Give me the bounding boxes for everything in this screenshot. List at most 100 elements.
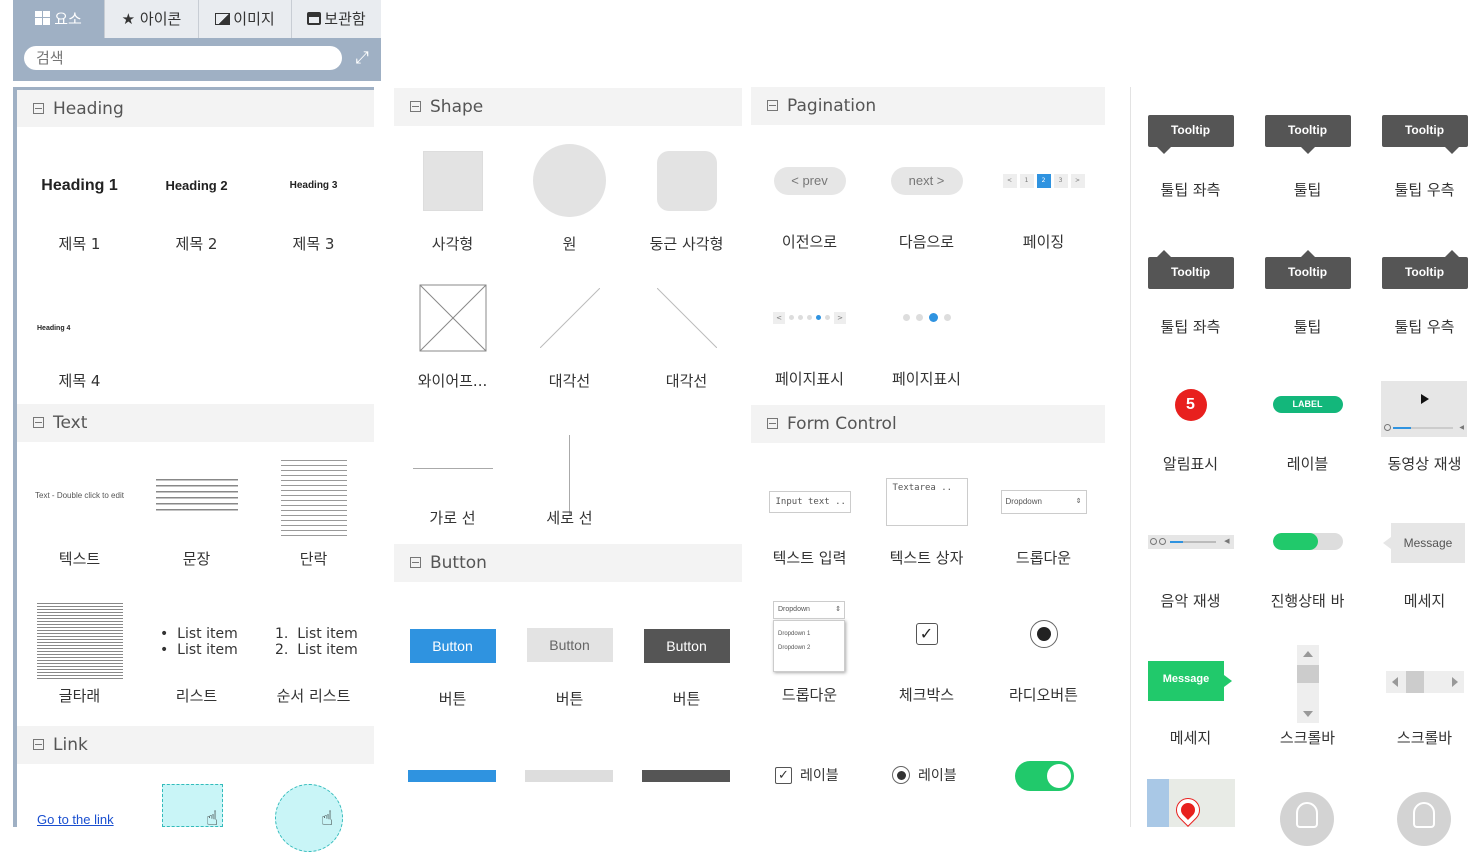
element-tooltip[interactable]: Tooltip 툴팁 (1249, 87, 1366, 224)
element-prev[interactable]: < prev 이전으로 (751, 127, 868, 264)
element-rectangle[interactable]: 사각형 (394, 127, 511, 264)
element-heading-2[interactable]: Heading 2 제목 2 (138, 127, 255, 264)
element-label: 툴팁 좌측 (1160, 181, 1221, 199)
element-badge[interactable]: 5 알림표시 (1132, 361, 1249, 498)
element-heading-1[interactable]: Heading 1 제목 1 (21, 127, 138, 264)
text-block-preview-lines (36, 602, 123, 679)
select-arrows-icon: ⇕ (1075, 497, 1082, 505)
radio-with-label[interactable]: 레이블 (892, 765, 957, 785)
element-heading-4[interactable]: Heading 4 제목 4 (21, 264, 138, 401)
element-label-tag[interactable]: LABEL 레이블 (1249, 361, 1366, 498)
element-tooltip-top[interactable]: Tooltip 툴팁 (1249, 224, 1366, 361)
badge-preview: 5 (1174, 388, 1207, 421)
element-tooltip-left-top[interactable]: Tooltip 툴팁 좌측 (1132, 224, 1249, 361)
element-video-player[interactable]: ◀ 동영상 재생 (1366, 361, 1473, 498)
element-label: 툴팁 (1293, 181, 1322, 199)
element-ordered-list[interactable]: 1. List item 2. List item 순서 리스트 (255, 579, 372, 716)
section-shape[interactable]: Shape (394, 88, 742, 126)
element-label: 버튼 (438, 690, 467, 708)
element-horizontal-scrollbar[interactable]: 스크롤바 (1366, 635, 1473, 772)
element-label: 둥근 사각형 (649, 235, 724, 253)
element-label: 알림표시 (1162, 455, 1219, 473)
element-label: 라디오버튼 (1008, 686, 1078, 704)
element-dropdown[interactable]: Dropdown ⇕ 드롭다운 (985, 443, 1102, 580)
button-bar-blue[interactable] (408, 770, 496, 782)
element-page-indicator[interactable]: 페이지표시 (868, 264, 985, 401)
element-circle[interactable]: 원 (511, 127, 628, 264)
ordered-list-item: 2. List item (275, 641, 358, 658)
element-tooltip-right[interactable]: Tooltip 툴팁 우측 (1366, 87, 1473, 224)
section-heading[interactable]: Heading (17, 87, 374, 127)
tooltip-preview: Tooltip (1381, 114, 1468, 154)
element-paragraph[interactable]: 단락 (255, 442, 372, 579)
element-button-default[interactable]: Button 버튼 (511, 582, 628, 719)
element-diagonal-line-2[interactable]: 대각선 (628, 264, 745, 401)
checkbox-with-label[interactable]: ✓ 레이블 (775, 765, 839, 785)
element-button-primary[interactable]: Button 버튼 (394, 582, 511, 719)
element-paging[interactable]: < 1 2 3 > 페이징 (985, 127, 1102, 264)
element-page-indicator-arrows[interactable]: < > 페이지표시 (751, 264, 868, 401)
radio-selected-icon (892, 766, 910, 784)
element-progress-bar[interactable]: 진행상태 바 (1249, 498, 1366, 635)
element-vertical-scrollbar[interactable]: 스크롤바 (1249, 635, 1366, 772)
element-list[interactable]: • List item • List item 리스트 (138, 579, 255, 716)
element-dropdown-open[interactable]: Dropdown ⇕ Dropdown 1 Dropdown 2 드롭다운 (751, 580, 868, 717)
button-bar-dark[interactable] (642, 770, 730, 782)
tab-elements[interactable]: 요소 (13, 0, 105, 38)
element-heading-3[interactable]: Heading 3 제목 3 (255, 127, 372, 264)
element-link-area[interactable]: ☝ (138, 764, 255, 830)
element-message-bubble[interactable]: Message 메세지 (1366, 498, 1473, 635)
element-tooltip-right-top[interactable]: Tooltip 툴팁 우측 (1366, 224, 1473, 361)
section-text[interactable]: Text (17, 404, 374, 442)
element-textarea[interactable]: Textarea .. 텍스트 상자 (868, 443, 985, 580)
element-vertical-line[interactable]: 세로 선 (511, 401, 628, 538)
section-link[interactable]: Link (17, 726, 374, 764)
element-horizontal-line[interactable]: 가로 선 (394, 401, 511, 538)
tab-archive[interactable]: 보관함 (292, 0, 381, 38)
rectangle-preview (422, 150, 483, 211)
collapse-icon (33, 417, 44, 428)
element-text[interactable]: Text - Double click to edit 텍스트 (21, 442, 138, 579)
message-bubble-preview: Message (1383, 523, 1465, 563)
element-avatar-square[interactable] (1397, 792, 1451, 846)
element-link-circle[interactable]: ☝ (255, 764, 372, 852)
checkbox-checked-icon: ✓ (775, 766, 792, 784)
element-avatar-circle[interactable] (1280, 792, 1334, 846)
element-label: 버튼 (555, 690, 584, 708)
right-panel: Tooltip 툴팁 좌측 Tooltip 툴팁 Tooltip 툴팁 우측 T… (1130, 87, 1473, 846)
element-checkbox[interactable]: ✓ 체크박스 (868, 580, 985, 717)
vertical-line-preview (569, 434, 570, 515)
tab-icons[interactable]: ★ 아이콘 (105, 0, 199, 38)
collapse-icon (767, 100, 778, 111)
tab-label: 아이콘 (139, 10, 182, 28)
expand-icon[interactable]: ⤢ (352, 48, 372, 68)
element-message-green[interactable]: Message 메세지 (1132, 635, 1249, 772)
section-pagination[interactable]: Pagination (751, 87, 1105, 125)
video-player-preview: ◀ (1381, 381, 1467, 437)
column-1: Heading Heading 1 제목 1 Heading 2 제목 2 He… (13, 87, 374, 852)
section-button[interactable]: Button (394, 544, 742, 582)
toggle-switch[interactable] (1015, 761, 1074, 791)
element-tooltip-left[interactable]: Tooltip 툴팁 좌측 (1132, 87, 1249, 224)
element-wireframe[interactable]: 와이어프... (394, 264, 511, 401)
section-form-control[interactable]: Form Control (751, 405, 1105, 443)
element-radio[interactable]: 라디오버튼 (985, 580, 1102, 717)
element-button-dark[interactable]: Button 버튼 (628, 582, 745, 719)
element-rounded-rectangle[interactable]: 둥근 사각형 (628, 127, 745, 264)
search-input[interactable] (24, 46, 342, 70)
element-map[interactable] (1147, 779, 1235, 827)
element-text-block[interactable]: 글타래 (21, 579, 138, 716)
element-link[interactable]: Go to the link (21, 764, 138, 827)
element-label: 메세지 (1403, 592, 1446, 610)
page-prev: < (1002, 173, 1017, 188)
list-item: • List item (160, 641, 238, 658)
scroll-thumb (1406, 671, 1424, 693)
tab-images[interactable]: 이미지 (199, 0, 292, 38)
element-audio-player[interactable]: ◀ 음악 재생 (1132, 498, 1249, 635)
tab-label: 보관함 (324, 10, 366, 28)
element-text-input[interactable]: Input text .. 텍스트 입력 (751, 443, 868, 580)
element-sentence[interactable]: 문장 (138, 442, 255, 579)
button-bar-gray[interactable] (525, 770, 613, 782)
element-diagonal-line[interactable]: 대각선 (511, 264, 628, 401)
element-next[interactable]: next > 다음으로 (868, 127, 985, 264)
